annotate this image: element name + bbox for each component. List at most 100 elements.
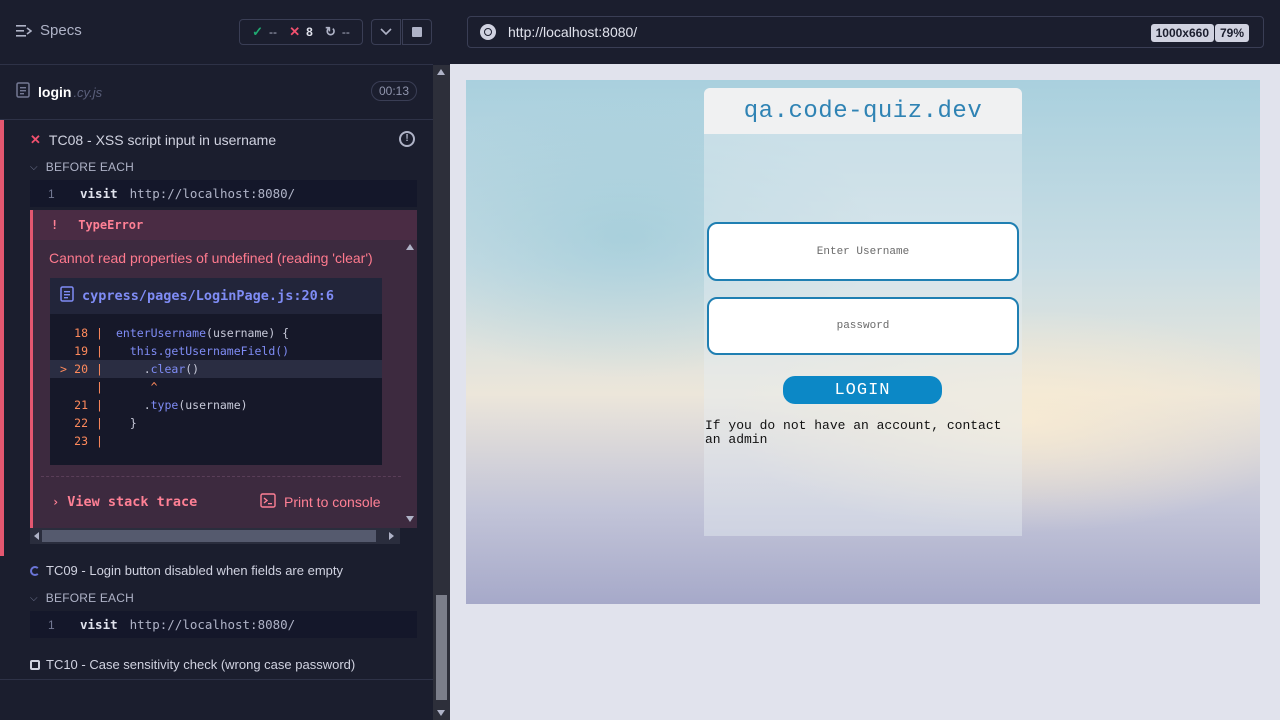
username-input[interactable]: Enter Username: [707, 222, 1019, 281]
line-number: 20: [74, 362, 88, 376]
failed-count: 8: [306, 25, 313, 39]
divider: [0, 679, 433, 680]
command-row-visit[interactable]: 1 visit http://localhost:8080/: [30, 180, 417, 207]
file-icon: [60, 286, 82, 306]
scroll-down-icon: [406, 516, 414, 522]
scroll-right-icon: [389, 532, 394, 540]
command-arg: http://localhost:8080/: [129, 617, 296, 632]
login-card-header: qa.code-quiz.dev: [704, 88, 1022, 134]
command-row-visit[interactable]: 1 visit http://localhost:8080/: [30, 611, 417, 638]
code-text: .type(username): [116, 398, 248, 412]
password-input[interactable]: password: [707, 297, 1019, 355]
code-line: 19 | this.getUsernameField(): [50, 342, 382, 360]
chevron-down-icon: [380, 23, 392, 41]
view-stack-trace-button[interactable]: › View stack trace: [52, 494, 197, 510]
x-icon: ✕: [289, 24, 301, 39]
test-stats: ✓ -- ✕ 8 ↻ --: [239, 19, 363, 45]
code-text: }: [116, 416, 137, 430]
alert-circle-icon[interactable]: !: [399, 131, 415, 147]
dashed-divider: [41, 476, 411, 477]
login-button[interactable]: LOGIN: [783, 376, 942, 404]
test-title: TC09 - Login button disabled when fields…: [46, 563, 344, 578]
command-index: 1: [48, 186, 55, 201]
reporter-panel: Specs ✓ -- ✕ 8 ↻ -- login .cy.js 00:13 ✕…: [0, 0, 450, 720]
line-number: 18: [74, 326, 88, 340]
chevron-down-icon: ⌵: [30, 161, 38, 173]
pending-icon: [30, 659, 40, 670]
code-line: 23 |: [50, 432, 382, 450]
scroll-up-icon: [406, 244, 414, 250]
specs-label: Specs: [40, 22, 82, 39]
before-each-hook[interactable]: ⌵ BEFORE EACH: [30, 590, 134, 606]
error-vertical-scrollbar[interactable]: [403, 240, 417, 528]
command-name: visit: [80, 186, 118, 201]
command-arg: http://localhost:8080/: [129, 186, 296, 201]
globe-icon: [480, 24, 496, 40]
pending-count: --: [341, 25, 350, 39]
chevron-down-icon: ⌵: [30, 592, 38, 604]
cypress-runner: Specs ✓ -- ✕ 8 ↻ -- login .cy.js 00:13 ✕…: [0, 0, 1280, 720]
aut-iframe: qa.code-quiz.dev Enter Username password…: [466, 80, 1260, 604]
line-number: 19: [74, 344, 88, 358]
specs-button[interactable]: Specs: [16, 22, 82, 39]
spec-file-row: login .cy.js 00:13: [16, 80, 417, 104]
passed-count: --: [269, 25, 277, 39]
brand-title: qa.code-quiz.dev: [743, 97, 983, 125]
code-line: 22 | }: [50, 414, 382, 432]
reporter-scrollbar[interactable]: [433, 65, 450, 720]
error-panel: ! TypeError Cannot read properties of un…: [30, 210, 417, 528]
stop-icon: [412, 27, 422, 37]
command-index: 1: [48, 617, 55, 632]
url-bar[interactable]: http://localhost:8080/ 1000x660 79%: [467, 16, 1264, 48]
options-dropdown-button[interactable]: [371, 19, 401, 45]
code-text: .clear(): [116, 362, 200, 376]
viewport-badge[interactable]: 1000x660: [1150, 24, 1214, 42]
failed-stat: ✕ 8: [289, 24, 313, 40]
passed-stat: ✓ --: [252, 24, 277, 40]
reporter-header: Specs ✓ -- ✕ 8 ↻ --: [0, 0, 433, 65]
spec-extension: .cy.js: [73, 84, 103, 100]
scroll-down-icon: [437, 710, 445, 716]
code-frame-box: cypress/pages/LoginPage.js:20:6 18 | ente…: [50, 278, 382, 465]
view-stack-trace-label: View stack trace: [67, 494, 198, 510]
failed-x-icon: ✕: [30, 132, 41, 147]
error-horizontal-scrollbar[interactable]: [30, 528, 400, 544]
specs-list-icon: [16, 24, 32, 38]
file-link[interactable]: cypress/pages/LoginPage.js:20:6: [50, 278, 382, 314]
test-tc08[interactable]: ✕ TC08 - XSS script input in username: [30, 132, 420, 148]
error-message: Cannot read properties of undefined (rea…: [49, 250, 373, 266]
code-line: | ^: [96, 380, 158, 394]
file-path: cypress/pages/LoginPage.js:20:6: [82, 288, 334, 304]
code-frame: 18 | enterUsername(username) { 19 | this.g…: [50, 314, 382, 465]
help-text: If you do not have an account, contact a…: [705, 418, 1002, 447]
hook-label: BEFORE EACH: [45, 591, 134, 605]
stop-button[interactable]: [402, 19, 432, 45]
code-text: enterUsername(username) {: [116, 326, 290, 340]
test-title: TC10 - Case sensitivity check (wrong cas…: [46, 657, 356, 672]
print-to-console-button[interactable]: Print to console: [260, 493, 381, 511]
running-icon: [30, 565, 40, 576]
url-text: http://localhost:8080/: [508, 24, 638, 40]
pending-stat: ↻ --: [325, 24, 350, 40]
zoom-badge[interactable]: 79%: [1214, 24, 1249, 42]
before-each-hook[interactable]: ⌵ BEFORE EACH: [30, 159, 134, 175]
document-icon: [16, 81, 38, 103]
login-card: qa.code-quiz.dev Enter Username password…: [704, 88, 1022, 536]
test-tc09[interactable]: TC09 - Login button disabled when fields…: [30, 563, 343, 578]
code-line: 21 | .type(username): [50, 396, 382, 414]
hook-label: BEFORE EACH: [45, 160, 134, 174]
scrollbar-thumb[interactable]: [436, 595, 447, 700]
error-header: ! TypeError: [33, 210, 417, 240]
scroll-up-icon: [437, 69, 445, 75]
spinner-icon: ↻: [324, 24, 336, 39]
code-text: this.getUsernameField(): [129, 344, 290, 358]
code-caret: ^: [116, 380, 158, 394]
line-number: 23: [74, 434, 88, 448]
scrollbar-thumb[interactable]: [42, 530, 376, 542]
code-line: 18 | enterUsername(username) {: [50, 324, 382, 342]
chevron-right-icon: ›: [52, 495, 60, 509]
test-title: TC08 - XSS script input in username: [48, 132, 277, 148]
line-number: 22: [74, 416, 88, 430]
current-line-marker: >: [60, 362, 67, 376]
test-tc10[interactable]: TC10 - Case sensitivity check (wrong cas…: [30, 657, 355, 672]
